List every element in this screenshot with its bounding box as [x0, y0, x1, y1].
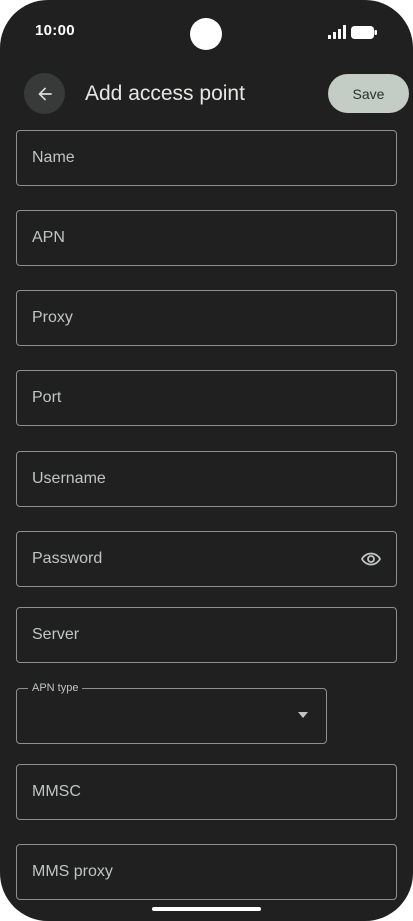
- proxy-placeholder: Proxy: [32, 309, 73, 326]
- name-placeholder: Name: [32, 149, 75, 166]
- camera-cutout: [190, 18, 222, 50]
- username-placeholder: Username: [32, 470, 106, 487]
- mms-proxy-placeholder: MMS proxy: [32, 863, 113, 880]
- arrow-back-icon: [37, 86, 52, 101]
- page-title: Add access point: [85, 82, 245, 105]
- eye-icon[interactable]: [359, 547, 383, 571]
- apn-type-dropdown[interactable]: APN type: [16, 681, 327, 744]
- server-placeholder: Server: [32, 626, 80, 643]
- signal-icon: [328, 25, 346, 39]
- name-field[interactable]: Name: [16, 130, 397, 186]
- mmsc-field[interactable]: MMSC: [16, 764, 397, 820]
- back-button[interactable]: [24, 73, 65, 114]
- server-field[interactable]: Server: [16, 607, 397, 663]
- mms-proxy-field[interactable]: MMS proxy: [16, 844, 397, 900]
- home-indicator[interactable]: [152, 907, 261, 911]
- username-field[interactable]: Username: [16, 451, 397, 507]
- password-field[interactable]: Password: [16, 531, 397, 587]
- phone-screen: 10:00 Add access point Save Name APN Pro…: [0, 0, 413, 921]
- password-placeholder: Password: [32, 550, 103, 567]
- port-placeholder: Port: [32, 389, 62, 406]
- caret-down-icon: [298, 712, 308, 718]
- apn-field[interactable]: APN: [16, 210, 397, 266]
- battery-icon: [351, 26, 377, 39]
- proxy-field[interactable]: Proxy: [16, 290, 397, 346]
- save-button[interactable]: Save: [328, 74, 409, 113]
- apn-placeholder: APN: [32, 229, 65, 246]
- status-time: 10:00: [35, 22, 75, 39]
- apn-type-label: APN type: [28, 681, 83, 695]
- mmsc-placeholder: MMSC: [32, 783, 81, 800]
- port-field[interactable]: Port: [16, 370, 397, 426]
